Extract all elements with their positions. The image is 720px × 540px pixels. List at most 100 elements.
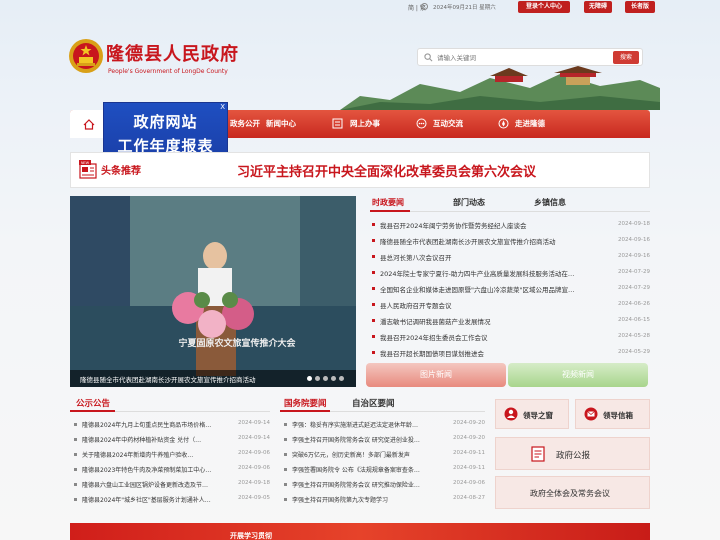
tab-township-news[interactable]: 乡镇信息	[534, 197, 566, 208]
notice-item-row[interactable]: 隆德县六盘山工业园区锅炉设备更新改造及节… 2024-09-18	[72, 477, 270, 492]
news-item-row[interactable]: 我县召开超长期国债项目谋划推进会 2024-05-29	[370, 345, 650, 361]
notice-item-title[interactable]: 隆德县2024年九月上旬重点民生商品市场价格…	[82, 420, 232, 429]
notice-item-bullet	[74, 483, 77, 486]
tab-region-news[interactable]: 自治区要闻	[352, 397, 395, 409]
news-item-row[interactable]: 县人民政府召开专题会议 2024-06-26	[370, 297, 650, 313]
news-item-title[interactable]: 我县召开超长期国债项目谋划推进会	[380, 348, 590, 358]
notice-item-title[interactable]: 隆德县2023年特色牛肉及净菜预制菜加工中心…	[82, 465, 232, 474]
mail-icon	[584, 407, 598, 421]
council-item-bullet	[284, 483, 287, 486]
council-item-row[interactable]: 李强签署国务院令 公布《法规规章备案审查条… 2024-09-11	[282, 462, 485, 477]
leader-mailbox-button[interactable]: 领导信箱	[575, 399, 650, 429]
news-item-row[interactable]: 县总河长第八次会议召开 2024-09-16	[370, 249, 650, 265]
news-item-bullet	[372, 223, 375, 226]
council-item-title[interactable]: 李强主持召开国务院常务会议 研究促进创业投…	[292, 435, 447, 444]
news-item-row[interactable]: 我县召开2024年招生委员会工作会议 2024-05-28	[370, 329, 650, 345]
tab-state-council-news[interactable]: 国务院要闻	[284, 397, 327, 409]
notice-item-row[interactable]: 隆德县2024年中药材种植补贴资金 兑付（… 2024-09-14	[72, 432, 270, 447]
carousel-dot[interactable]	[315, 376, 320, 381]
carousel-dot[interactable]	[331, 376, 336, 381]
date-text: 2024年09月21日 星期六	[433, 5, 496, 11]
news-item-title[interactable]: 全国知名企业和媒体走进固原暨"六盘山冷凉蔬菜"区域公用品牌宣…	[380, 284, 590, 294]
photo-news-button[interactable]: 图片新闻	[366, 363, 506, 387]
council-item-row[interactable]: 李强：稳妥有序实施渐进式延迟法定退休年龄… 2024-09-20	[282, 417, 485, 432]
headline-title[interactable]: 习近平主持召开中央全面深化改革委员会第六次会议	[237, 161, 536, 180]
leader-window-button[interactable]: 领导之窗	[495, 399, 569, 429]
carousel-photo	[70, 196, 356, 387]
carousel-dot[interactable]	[307, 376, 312, 381]
council-item-date: 2024-09-11	[453, 465, 485, 471]
notice-item-row[interactable]: 隆德县2024年"城乡社区"基层服务计划通补人… 2024-09-05	[72, 492, 270, 507]
leader-icon	[504, 407, 518, 421]
notice-item-row[interactable]: 隆德县2023年特色牛肉及净菜预制菜加工中心… 2024-09-06	[72, 462, 270, 477]
notice-title[interactable]: 公示公告	[76, 397, 110, 409]
carousel-dot[interactable]	[339, 376, 344, 381]
date-display: 2024年09月21日 星期六	[421, 3, 496, 11]
notice-item-title[interactable]: 关于隆德县2024年新增肉牛养殖户验收…	[82, 450, 232, 459]
news-item-title[interactable]: 2024年院士专家宁夏行-助力四牛产业高质量发展科技服务活动在…	[380, 268, 590, 278]
news-item-bullet	[372, 351, 375, 354]
headline-bar[interactable]: NEW 头条推荐 习近平主持召开中央全面深化改革委员会第六次会议	[70, 152, 650, 188]
notice-item-bullet	[74, 468, 77, 471]
notice-item-date: 2024-09-06	[238, 465, 270, 471]
nav-news-center[interactable]: 新闻中心	[266, 110, 296, 138]
news-item-row[interactable]: 我县召开2024年闽宁劳务协作暨劳务经纪人座谈会 2024-09-18	[370, 217, 650, 233]
nav-gov-affairs[interactable]: 政务公开	[230, 110, 260, 138]
carousel-caption[interactable]: 隆德县随全市代表团赴湖南长沙开展农文旅宣传推介招商活动	[80, 374, 256, 384]
notice-item-title[interactable]: 隆德县六盘山工业园区锅炉设备更新改造及节…	[82, 480, 232, 489]
news-item-row[interactable]: 隆德县随全市代表团赴湖南长沙开展农文旅宣传推介招商活动 2024-09-16	[370, 233, 650, 249]
nav-explore-longde[interactable]: 走进隆德	[515, 110, 545, 138]
footer-banner[interactable]: 开展学习贯彻	[70, 523, 650, 540]
close-icon[interactable]: X	[220, 103, 225, 111]
site-subtitle: People's Government of LongDe County	[108, 68, 228, 75]
nav-interaction[interactable]: 互动交流	[433, 110, 463, 138]
council-item-title[interactable]: 李强主持召开国务院常务会议 研究推动保险业…	[292, 480, 447, 489]
search-button[interactable]: 搜索	[613, 51, 639, 64]
council-item-row[interactable]: 李强主持召开国务院常务会议 研究推动保险业… 2024-09-06	[282, 477, 485, 492]
notice-item-title[interactable]: 隆德县2024年中药材种植补贴资金 兑付（…	[82, 435, 232, 444]
news-item-title[interactable]: 我县召开2024年闽宁劳务协作暨劳务经纪人座谈会	[380, 220, 590, 230]
council-item-bullet	[284, 453, 287, 456]
news-item-title[interactable]: 我县召开2024年招生委员会工作会议	[380, 332, 590, 342]
search-input[interactable]	[421, 51, 601, 64]
news-item-title[interactable]: 县总河长第八次会议召开	[380, 252, 590, 262]
plenary-meeting-label: 政府全体会及常务会议	[530, 489, 610, 498]
online-service-icon	[332, 118, 343, 129]
news-item-row[interactable]: 全国知名企业和媒体走进固原暨"六盘山冷凉蔬菜"区域公用品牌宣… 2024-07-2…	[370, 281, 650, 297]
news-item-title[interactable]: 潘志敏书记调研我县菌菇产业发展情况	[380, 316, 590, 326]
news-item-row[interactable]: 2024年院士专家宁夏行-助力四牛产业高质量发展科技服务活动在… 2024-07-…	[370, 265, 650, 281]
login-button[interactable]: 登录个人中心	[518, 1, 570, 13]
council-item-title[interactable]: 李强：稳妥有序实施渐进式延迟法定退休年龄…	[292, 420, 447, 429]
document-icon	[531, 446, 545, 462]
news-item-row[interactable]: 潘志敏书记调研我县菌菇产业发展情况 2024-06-15	[370, 313, 650, 329]
search-box: 搜索	[417, 48, 643, 66]
news-item-title[interactable]: 县人民政府召开专题会议	[380, 300, 590, 310]
plenary-meeting-button[interactable]: 政府全体会及常务会议	[495, 476, 650, 509]
news-item-bullet	[372, 239, 375, 242]
tab-department-news[interactable]: 部门动态	[453, 197, 485, 208]
council-item-title[interactable]: 突破6万亿元，创历史新高！多部门最新发声	[292, 450, 447, 459]
nav-online-service[interactable]: 网上办事	[350, 110, 380, 138]
explore-icon	[498, 118, 509, 129]
tab-politics-news[interactable]: 时政要闻	[372, 197, 404, 208]
video-news-button[interactable]: 视频新闻	[508, 363, 648, 387]
council-item-date: 2024-09-20	[453, 435, 485, 441]
notice-item-title[interactable]: 隆德县2024年"城乡社区"基层服务计划通补人…	[82, 495, 232, 504]
elderly-mode-button[interactable]: 长者版	[625, 1, 655, 13]
notice-indicator	[70, 410, 115, 412]
gazette-button[interactable]: 政府公报	[495, 437, 650, 470]
news-item-date: 2024-07-29	[618, 269, 650, 275]
notice-item-date: 2024-09-06	[238, 450, 270, 456]
council-item-title[interactable]: 李强签署国务院令 公布《法规规章备案审查条…	[292, 465, 447, 474]
council-item-row[interactable]: 李强主持召开国务院第九次专题学习 2024-08-27	[282, 492, 485, 507]
slide-banner-text: 宁夏固原农文旅宣传推介大会	[178, 339, 296, 349]
notice-item-row[interactable]: 关于隆德县2024年新增肉牛养殖户验收… 2024-09-06	[72, 447, 270, 462]
notice-item-row[interactable]: 隆德县2024年九月上旬重点民生商品市场价格… 2024-09-14	[72, 417, 270, 432]
accessibility-button[interactable]: 无障碍	[584, 1, 612, 13]
council-item-title[interactable]: 李强主持召开国务院第九次专题学习	[292, 495, 447, 504]
news-item-title[interactable]: 隆德县随全市代表团赴湖南长沙开展农文旅宣传推介招商活动	[380, 236, 590, 246]
council-item-row[interactable]: 李强主持召开国务院常务会议 研究促进创业投… 2024-09-20	[282, 432, 485, 447]
council-item-row[interactable]: 突破6万亿元，创历史新高！多部门最新发声 2024-09-11	[282, 447, 485, 462]
news-carousel[interactable]: 宁夏固原农文旅宣传推介大会 隆德县随全市代表团赴湖南长沙开展农文旅宣传推介招商活…	[70, 196, 356, 387]
carousel-dot[interactable]	[323, 376, 328, 381]
